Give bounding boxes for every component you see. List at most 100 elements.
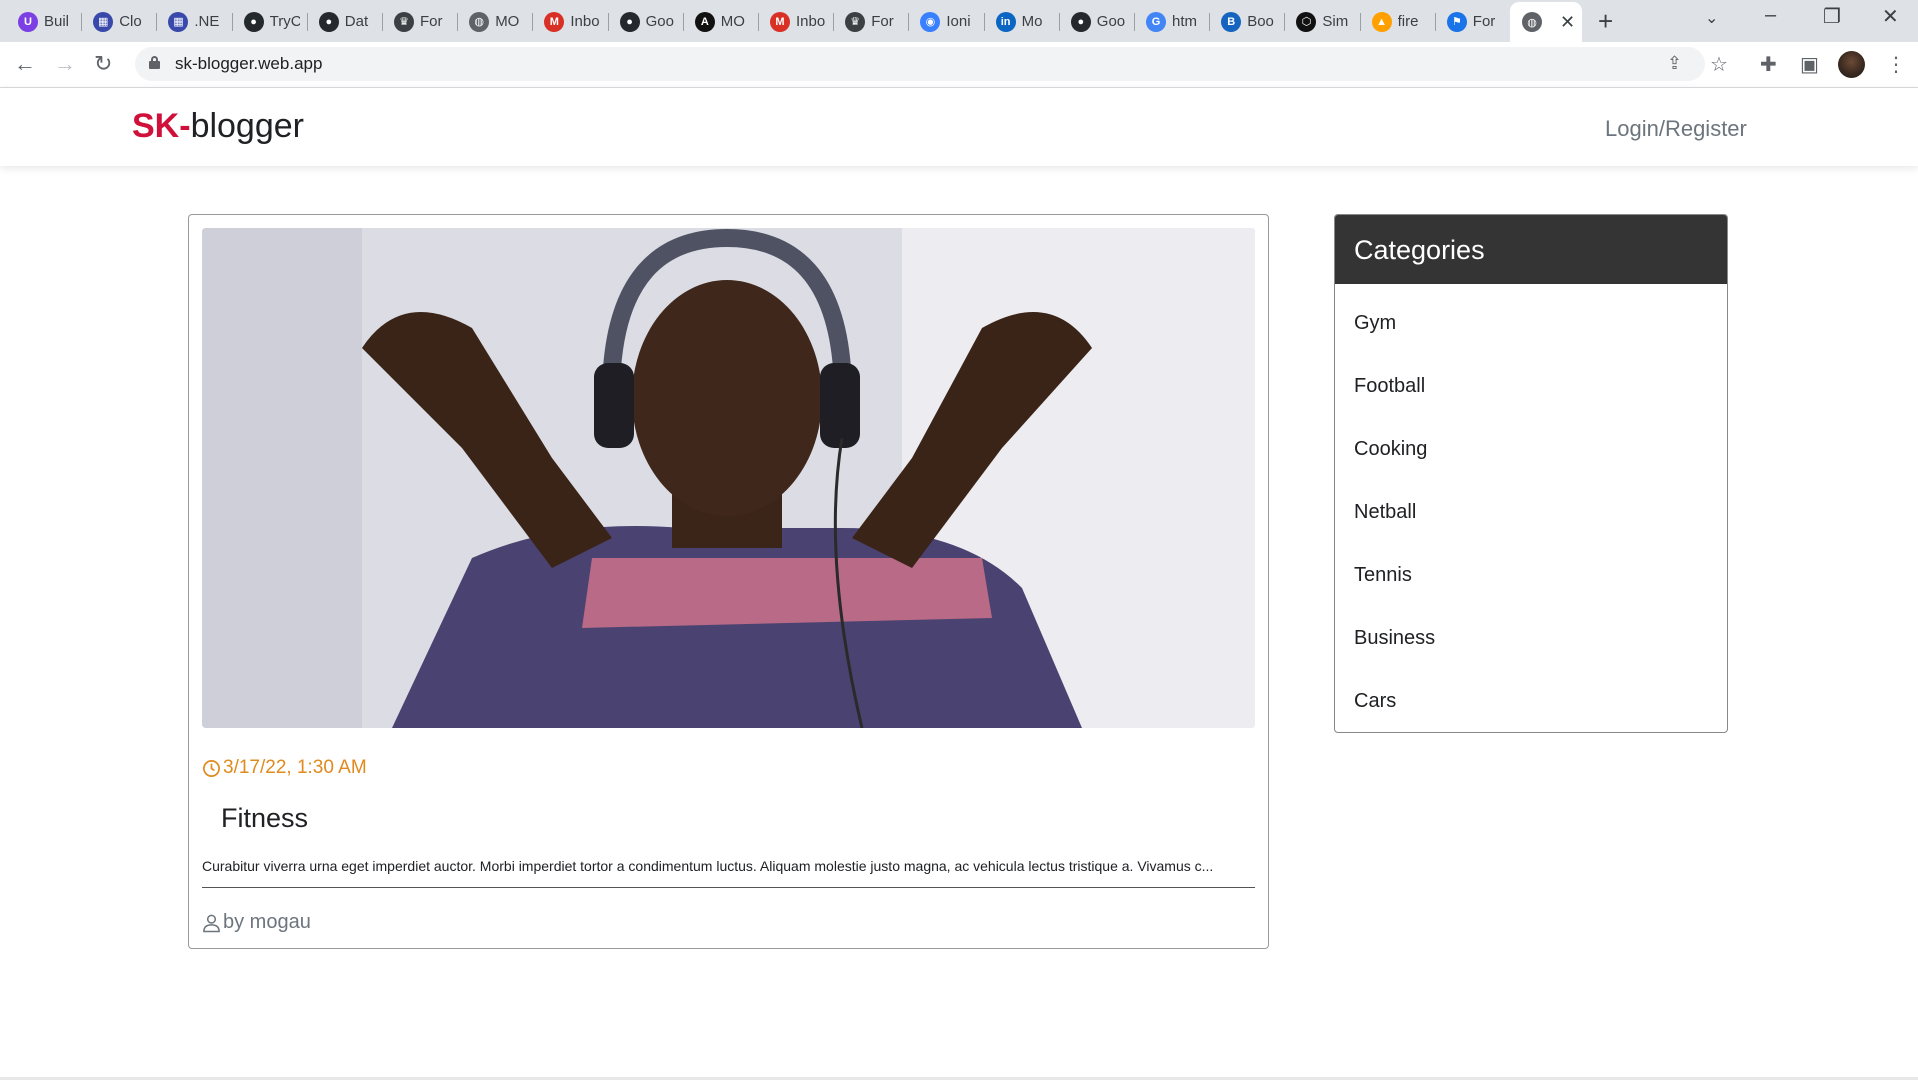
github-icon: ●: [619, 11, 640, 32]
browser-tab-label: Inbo: [796, 13, 826, 30]
google-icon: G: [1146, 11, 1166, 32]
browser-tab[interactable]: ▲ fire: [1359, 5, 1435, 38]
browser-tab[interactable]: A MO: [682, 5, 758, 38]
browser-tab-label: Ioni: [946, 13, 971, 30]
flag-icon: ⚑: [1446, 11, 1467, 32]
tab-search-icon[interactable]: ⌄: [1705, 8, 1718, 28]
browser-toolbar: ← → ↻ sk-blogger.web.app ⇪ ☆ ✚ ▣ ⋮: [0, 42, 1918, 88]
github-icon: ●: [318, 11, 339, 32]
gmail-icon: M: [544, 11, 565, 32]
trophy-icon: ♛: [394, 11, 414, 32]
category-item-netball[interactable]: Netball: [1335, 473, 1727, 536]
category-item-business[interactable]: Business: [1335, 599, 1727, 662]
browser-tab-label: For: [420, 13, 443, 30]
profile-avatar[interactable]: [1838, 51, 1865, 78]
browser-tab-label: Dat: [344, 13, 369, 30]
browser-tab[interactable]: ● Goo: [607, 5, 683, 38]
browser-tab[interactable]: ● Goo: [1058, 5, 1134, 38]
url-text[interactable]: sk-blogger.web.app: [175, 54, 322, 74]
category-item-tennis[interactable]: Tennis: [1335, 536, 1727, 599]
browser-tab[interactable]: ◍ MO: [457, 5, 532, 38]
category-item-cars[interactable]: Cars: [1335, 662, 1727, 725]
browser-tab[interactable]: in Mo: [983, 5, 1059, 38]
logo-accent: SK-: [132, 107, 191, 145]
github-icon: ●: [243, 11, 264, 32]
post-author: by mogau: [202, 911, 311, 934]
bookmark-star-icon[interactable]: ☆: [1710, 52, 1728, 77]
browser-tab-strip: U Buil ▦ Clo ▦ .NE ● TryC ● Dat ♛ For ◍ MO M Inbo ● Goo A M…: [0, 0, 1918, 42]
browser-tab[interactable]: ⬡ Sim: [1284, 5, 1359, 38]
share-icon[interactable]: ⇪: [1667, 53, 1682, 74]
bootstrap-icon: B: [1221, 11, 1242, 32]
menu-kebab-icon[interactable]: ⋮: [1886, 52, 1906, 77]
category-item-gym[interactable]: Gym: [1335, 284, 1727, 347]
browser-tab[interactable]: Ghtm: [1134, 5, 1209, 38]
categories-panel: Categories Gym Football Cooking Netball …: [1334, 214, 1728, 733]
site-header: SK-blogger Login/Register: [0, 88, 1918, 166]
cloud-bars-icon: ▦: [93, 11, 114, 32]
extensions-icon[interactable]: ✚: [1760, 52, 1777, 77]
browser-tab-label: Goo: [1096, 13, 1126, 30]
address-bar[interactable]: sk-blogger.web.app ⇪: [135, 47, 1705, 81]
post-date: 3/17/22, 1:30 AM: [202, 757, 367, 779]
post-excerpt: Curabitur viverra urna eget imperdiet au…: [202, 858, 1214, 874]
browser-tab[interactable]: ● TryC: [231, 5, 307, 38]
person-icon: [203, 914, 220, 932]
post-photo-illustration: [202, 228, 1255, 728]
browser-tab-label: Mo: [1021, 13, 1043, 30]
browser-tab-label: Clo: [119, 13, 142, 30]
github-icon: ●: [1070, 11, 1091, 32]
logo-text: blogger: [190, 107, 304, 145]
browser-tab-label: htm: [1172, 13, 1198, 30]
back-icon[interactable]: ←: [14, 51, 36, 77]
browser-tab[interactable]: M Inbo: [758, 5, 833, 38]
browser-tab[interactable]: ▦ Clo: [81, 5, 156, 38]
browser-tab[interactable]: ♛ For: [833, 5, 908, 38]
linkedin-icon: in: [995, 11, 1016, 32]
browser-tab[interactable]: ◉ Ioni: [908, 5, 983, 38]
browser-tab[interactable]: ♛ For: [382, 5, 457, 38]
categories-list: Gym Football Cooking Netball Tennis Busi…: [1335, 284, 1727, 725]
gmail-icon: M: [770, 11, 790, 32]
category-item-cooking[interactable]: Cooking: [1335, 410, 1727, 473]
post-title[interactable]: Fitness: [221, 803, 308, 834]
side-panel-icon[interactable]: ▣: [1800, 52, 1819, 77]
circle-u-icon: U: [18, 11, 38, 32]
reload-icon[interactable]: ↻: [94, 51, 112, 77]
post-author-text: by mogau: [223, 911, 311, 933]
browser-tab[interactable]: ● Dat: [306, 5, 382, 38]
browser-tab-label: Buil: [44, 13, 70, 30]
minimize-icon[interactable]: –: [1765, 4, 1776, 27]
site-logo[interactable]: SK-blogger: [132, 107, 304, 146]
browser-tab[interactable]: M Inbo: [532, 5, 607, 38]
post-card[interactable]: 3/17/22, 1:30 AM Fitness Curabitur viver…: [188, 214, 1269, 949]
browser-tab-label: .NE: [194, 13, 220, 30]
browser-tab[interactable]: U Buil: [6, 5, 81, 38]
browser-tab[interactable]: ▦ .NE: [156, 5, 231, 38]
angular-icon: A: [694, 11, 715, 32]
trophy-icon: ♛: [845, 11, 866, 32]
window-close-icon[interactable]: ✕: [1882, 4, 1899, 29]
cloud-bars-icon: ▦: [168, 11, 189, 32]
browser-tab-label: Goo: [645, 13, 674, 30]
new-tab-icon[interactable]: +: [1598, 8, 1613, 34]
browser-tab-label: Sim: [1322, 13, 1349, 30]
browser-tab-label: fire: [1397, 13, 1419, 30]
browser-tab-label: For: [1472, 13, 1496, 30]
browser-tab-label: MO: [495, 13, 520, 30]
category-item-football[interactable]: Football: [1335, 347, 1727, 410]
hex-icon: ⬡: [1296, 11, 1317, 32]
browser-tab[interactable]: ⚑ For: [1434, 5, 1510, 38]
post-date-text: 3/17/22, 1:30 AM: [223, 757, 367, 778]
forward-icon[interactable]: →: [54, 51, 76, 77]
login-register-link[interactable]: Login/Register: [1605, 116, 1747, 142]
maximize-icon[interactable]: ❐: [1823, 4, 1841, 29]
browser-tab[interactable]: B Boo: [1209, 5, 1284, 38]
clock-icon: [203, 759, 220, 777]
post-image[interactable]: [202, 228, 1255, 728]
active-tab[interactable]: ◍ ✕: [1510, 2, 1582, 42]
close-tab-icon[interactable]: ✕: [1560, 12, 1575, 33]
browser-tab-label: For: [871, 13, 894, 30]
browser-tab-label: Boo: [1247, 13, 1274, 30]
globe-icon: ◍: [1522, 12, 1542, 32]
